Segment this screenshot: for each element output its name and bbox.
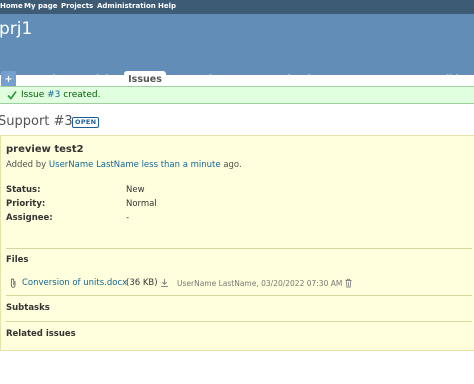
assignee-label: Assignee: [6,213,53,223]
top-menu-my-page[interactable]: My page [24,2,57,11]
top-menu-help[interactable]: Help [158,2,176,11]
divider [6,321,472,322]
flash-suffix: created. [60,90,101,100]
attachment-link[interactable]: Conversion of units.docx [22,278,127,288]
added-by-prefix: Added by [6,160,49,170]
author-line: Added by UserName LastName less than a m… [6,160,242,170]
checkmark-icon [7,90,17,100]
related-issues-heading: Related issues [6,329,76,339]
top-menu: Home My page Projects Administration Hel… [0,0,474,14]
files-heading: Files [6,255,29,265]
priority-value: Normal [126,199,157,209]
flash-text: Issue #3 created. [21,90,100,101]
trash-icon[interactable] [344,278,353,288]
paperclip-icon [10,278,16,288]
top-menu-projects[interactable]: Projects [61,2,93,11]
status-label: Status: [6,185,41,195]
time-ago-link[interactable]: less than a minute [142,160,221,170]
issue-link[interactable]: #3 [47,90,60,100]
author-link[interactable]: UserName LastName [49,160,139,170]
divider [6,295,472,296]
issue-title: Support #3 [0,114,73,129]
subtasks-heading: Subtasks [6,303,50,313]
project-title: prj1 [0,19,33,39]
added-by-suffix: ago. [220,160,242,170]
top-menu-home[interactable]: Home [0,2,23,11]
attachment-size: (36 KB) [126,278,158,288]
top-menu-administration[interactable]: Administration [97,2,156,11]
status-value: New [126,185,145,195]
divider [6,248,472,249]
download-icon[interactable] [160,278,169,288]
issue-details: preview test2 Added by UserName LastName… [0,135,474,351]
assignee-value: - [126,213,130,223]
header: prj1 + Overview Activity Issues Spent ti… [0,14,474,88]
flash-prefix: Issue [21,90,48,100]
issue-subject: preview test2 [6,144,84,155]
attachment-author: UserName LastName, 03/20/2022 07:30 AM [177,279,343,288]
status-badge: OPEN [72,117,100,128]
flash-notice: Issue #3 created. [0,86,474,104]
priority-label: Priority: [6,199,46,209]
